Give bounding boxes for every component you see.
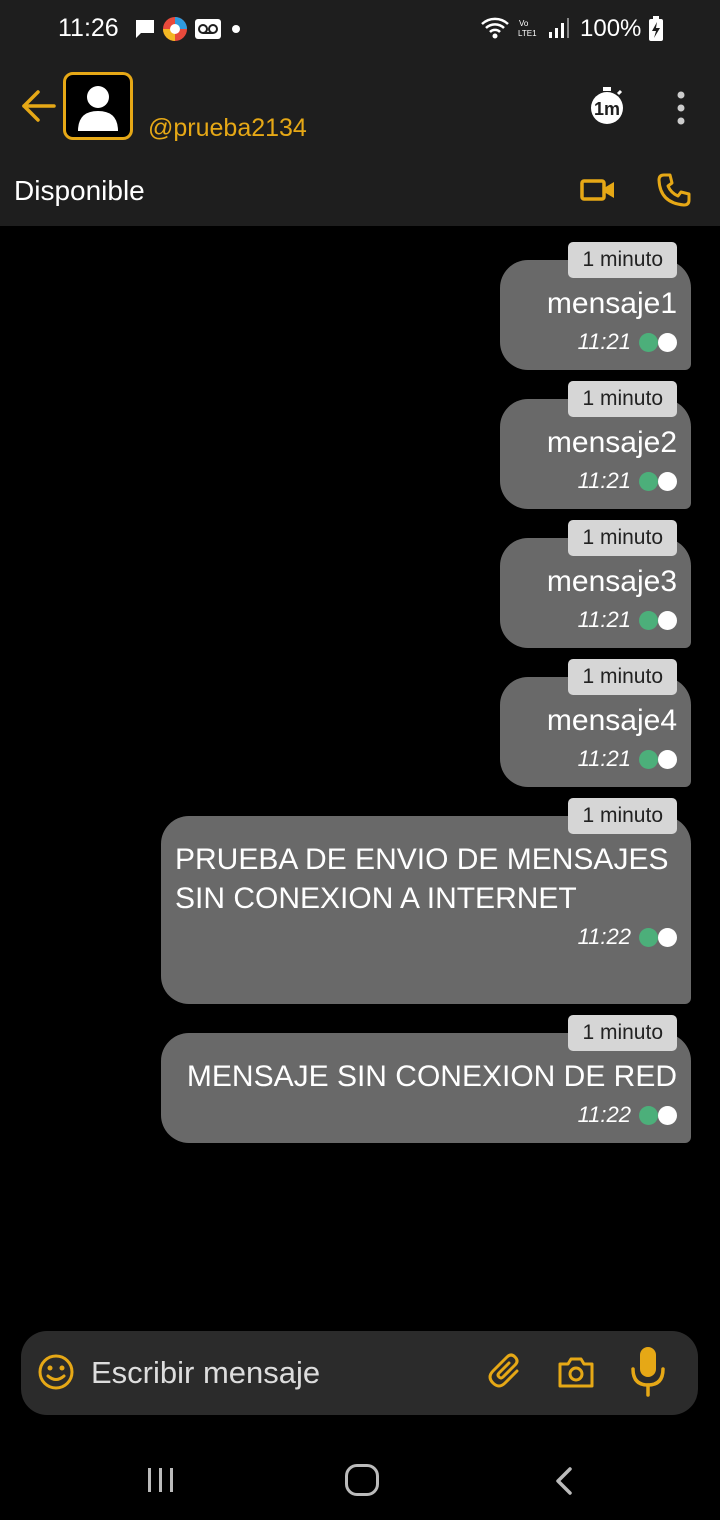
read-receipt-icon [639, 1105, 677, 1125]
svg-text:LTE1: LTE1 [518, 29, 537, 38]
message-text: mensaje2 [546, 426, 677, 459]
notification-icons [134, 16, 244, 42]
message-text: mensaje4 [546, 704, 677, 737]
phone-call-icon[interactable] [656, 172, 692, 208]
message-item[interactable]: 1 minuto mensaje1 11:21 [500, 242, 691, 370]
message-text: MENSAJE SIN CONEXION DE RED [186, 1060, 677, 1093]
timer-icon[interactable]: 1m [587, 86, 627, 126]
back-arrow-icon[interactable] [18, 86, 58, 126]
message-time: 11:21 [577, 607, 631, 632]
system-nav-bar [0, 1430, 720, 1520]
attach-icon[interactable] [487, 1351, 527, 1391]
browser-icon [163, 17, 187, 41]
home-icon[interactable] [345, 1464, 379, 1496]
emoji-icon[interactable] [37, 1353, 75, 1391]
battery-charging-icon [649, 16, 663, 41]
battery-percent: 100% [580, 15, 642, 42]
message-item[interactable]: 1 minuto mensaje4 11:21 [500, 659, 691, 787]
message-text: mensaje3 [546, 565, 677, 598]
read-receipt-icon [639, 749, 677, 769]
avatar[interactable] [63, 72, 133, 140]
message-time: 11:21 [577, 329, 631, 354]
contact-username[interactable]: @prueba2134 [148, 114, 307, 143]
wifi-icon [481, 17, 509, 39]
message-time: 11:22 [577, 924, 631, 949]
nav-back-icon[interactable] [552, 1466, 576, 1496]
message-time: 11:21 [577, 746, 631, 771]
chat-header: @prueba2134 1m Disponible [0, 58, 720, 226]
expiry-timer-badge: 1 minuto [568, 798, 677, 834]
microphone-icon[interactable] [629, 1345, 667, 1397]
expiry-timer-badge: 1 minuto [568, 659, 677, 695]
read-receipt-icon [639, 332, 677, 352]
message-time: 11:22 [577, 1102, 631, 1127]
read-receipt-icon [639, 927, 677, 947]
message-text: PRUEBA DE ENVIO DE MENSAJES SIN CONEXION… [175, 843, 669, 915]
system-icons: Vo LTE1 [480, 16, 570, 40]
expiry-timer-badge: 1 minuto [568, 381, 677, 417]
status-time: 11:26 [58, 14, 119, 42]
user-icon [78, 86, 118, 131]
voicemail-icon [195, 19, 221, 39]
expiry-timer-badge: 1 minuto [568, 520, 677, 556]
message-time: 11:21 [577, 468, 631, 493]
message-input[interactable] [91, 1353, 471, 1393]
signal-icon [549, 18, 569, 38]
expiry-timer-badge: 1 minuto [568, 1015, 677, 1051]
message-composer [21, 1331, 698, 1415]
more-options-icon[interactable] [672, 90, 690, 126]
camera-icon[interactable] [557, 1353, 595, 1391]
recents-icon[interactable] [146, 1466, 176, 1494]
svg-text:Vo: Vo [519, 19, 529, 28]
read-receipt-icon [639, 610, 677, 630]
status-bar: 11:26 Vo LTE1 100% [0, 0, 720, 58]
expiry-timer-badge: 1 minuto [568, 242, 677, 278]
timer-label: 1m [594, 99, 620, 119]
message-item[interactable]: 1 minuto mensaje3 11:21 [500, 520, 691, 648]
message-item[interactable]: 1 minuto PRUEBA DE ENVIO DE MENSAJES SIN… [161, 798, 691, 1004]
video-call-icon[interactable] [580, 176, 616, 204]
message-item[interactable]: 1 minuto mensaje2 11:21 [500, 381, 691, 509]
message-text: mensaje1 [546, 287, 677, 320]
read-receipt-icon [639, 471, 677, 491]
chat-icon [136, 20, 154, 38]
message-list[interactable]: 1 minuto mensaje1 11:21 1 minuto mensaje… [0, 226, 720, 1326]
volte-icon: Vo LTE1 [518, 19, 537, 38]
contact-status: Disponible [14, 175, 145, 206]
message-item[interactable]: 1 minuto MENSAJE SIN CONEXION DE RED 11:… [161, 1015, 691, 1143]
dot-icon [232, 25, 240, 33]
